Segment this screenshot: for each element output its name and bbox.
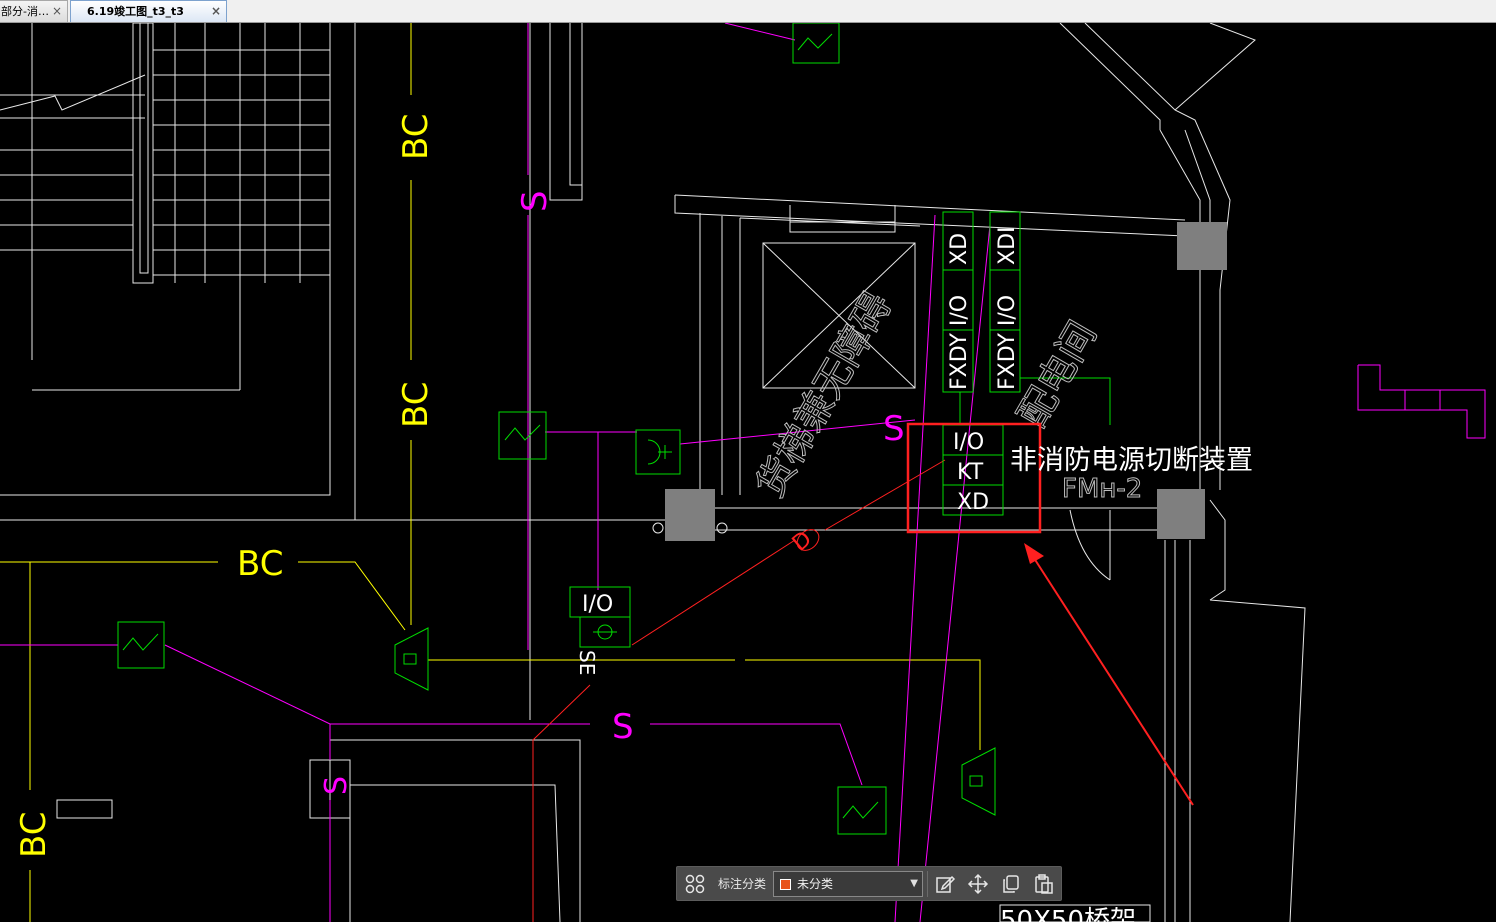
device-label-io: I/O [953,430,984,455]
line-label-bc-horizontal: BC [237,544,283,584]
paste-icon[interactable] [1033,873,1055,895]
tab-drawing-active[interactable]: 6.19竣工图_t3_t3 × [70,0,227,22]
room-label-power-room: 配电间 [1010,314,1105,435]
annotation-toolbar: 标注分类 未分类 ▼ [676,866,1062,901]
move-icon[interactable] [967,873,989,895]
callout-text: 非消防电源切断装置 [1010,445,1253,476]
category-color-swatch [780,879,791,890]
line-label-bc-bottom: BC [14,812,54,858]
s-circuit-lines [0,23,1486,922]
tab-drawing-1[interactable]: 部分-消… × [0,0,68,22]
cad-drawing-canvas[interactable]: I/O KT XD I/O FXDY I/O XD FXDY I/O XDI S… [0,23,1496,922]
callout-arrowhead [1024,543,1044,564]
bc-circuit-lines [0,23,981,922]
edit-icon[interactable] [934,873,956,895]
tab-label: 6.19竣工图_t3_t3 [87,5,184,18]
tab-label: 部分-消… [1,5,49,18]
line-label-bc-top: BC [396,114,436,160]
annotation-category-label: 标注分类 [718,877,767,891]
line-label-s-lower: S [319,776,354,795]
device-label-fxdy-io-1: FXDY I/O [947,295,972,390]
line-label-s-mid: S [612,707,634,747]
line-label-s-elevator: S [883,409,905,449]
device-label-se: SE [575,650,599,675]
callout-arrow [1031,554,1194,806]
document-tab-bar: 部分-消… × 6.19竣工图_t3_t3 × [0,0,1496,23]
toolbar-divider [927,871,928,897]
close-icon[interactable]: × [211,1,221,22]
device-label-xd: XD [957,490,989,515]
line-label-s-left: S [515,190,555,212]
annotation-category-select[interactable]: 未分类 ▼ [773,871,923,897]
red-signal-line [532,459,946,922]
room-label-elevator: 货梯兼无障碍 [748,285,900,504]
device-label-xd-1: XD [947,233,972,265]
copy-icon[interactable] [1000,873,1022,895]
grid-icon[interactable] [684,873,706,895]
close-icon[interactable]: × [52,1,62,22]
device-label-xd-2: XDI [995,227,1020,266]
device-label-kt: KT [957,460,984,485]
line-label-bc-mid: BC [396,382,436,428]
room-label-door: FMн-2 [1062,474,1142,504]
line-label-d: D [788,527,817,557]
chevron-down-icon: ▼ [910,878,918,889]
device-label-io-lower: I/O [582,592,613,617]
device-label-fxdy-io-2: FXDY I/O [995,295,1020,390]
category-selected-value: 未分类 [797,877,834,891]
room-label-tray: 50X50桥架 [1000,906,1136,922]
